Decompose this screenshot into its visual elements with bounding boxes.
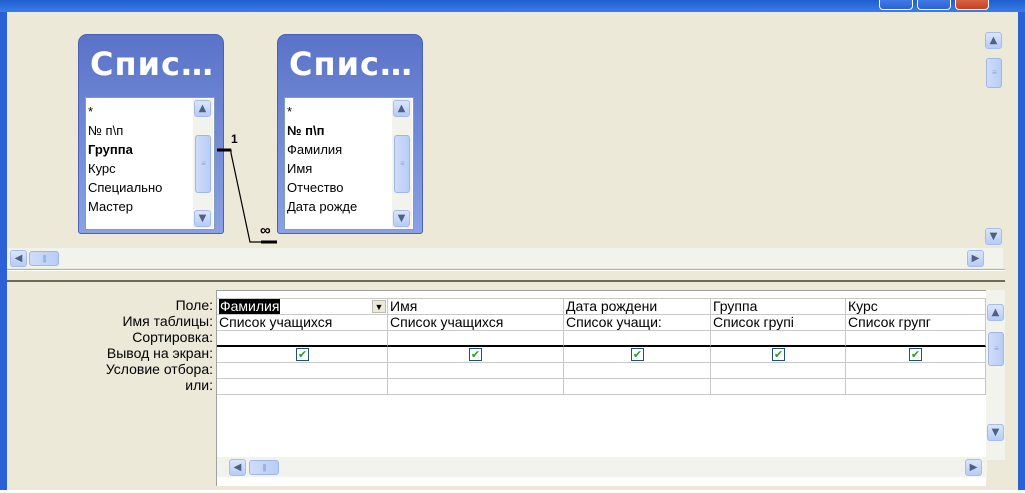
row-label-or: или: [185, 377, 213, 393]
grid-cell-sort[interactable] [846, 331, 986, 347]
grid-cell-table[interactable]: Список учащи: [564, 315, 711, 331]
grid-cell-sort[interactable] [711, 331, 846, 347]
relationship-line[interactable] [7, 12, 1005, 270]
chevron-left-icon[interactable]: ◀ [10, 250, 27, 267]
grid-cell-criteria[interactable] [711, 363, 846, 379]
column-selector-row[interactable] [217, 291, 987, 299]
chevron-left-icon[interactable]: ◀ [229, 459, 246, 476]
scroll-thumb[interactable]: ≡ [988, 332, 1004, 366]
row-label-show: Вывод на экран: [106, 345, 213, 361]
chevron-right-icon[interactable]: ▶ [965, 459, 982, 476]
grid-cell-or[interactable] [388, 379, 564, 395]
chevron-right-icon[interactable]: ▶ [967, 250, 984, 267]
grid-cell-show[interactable]: ✔ [846, 347, 986, 363]
grid-cell-table-text: Список групі [713, 315, 794, 330]
grid-cell-field-text: Имя [390, 299, 418, 314]
diagram-vertical-scrollbar[interactable]: ▲ ≡ ▼ [984, 32, 1003, 248]
grid-cell-criteria[interactable] [217, 363, 388, 379]
grid-cell-field[interactable]: Группа [711, 299, 846, 315]
grid-horizontal-scrollbar[interactable]: ◀ ||| ▶ [217, 457, 987, 477]
grid-cell-or[interactable] [217, 379, 388, 395]
grid-cell-criteria[interactable] [846, 363, 986, 379]
chevron-down-icon[interactable]: ▼ [985, 228, 1002, 245]
grid-cell-sort[interactable] [564, 331, 711, 347]
grid-cell-sort[interactable] [217, 331, 388, 347]
checkmark-icon[interactable]: ✔ [469, 348, 482, 361]
table-diagram-pane: Спис… * № п\п Группа Курс Специально Мас… [7, 12, 1005, 270]
minimize-button[interactable] [879, 0, 913, 10]
grid-cell-field[interactable]: Фамилия ▼ [217, 299, 388, 315]
grid-cell-field[interactable]: Дата рождени [564, 299, 711, 315]
window-titlebar [0, 0, 1025, 12]
row-label-sort: Сортировка: [132, 329, 213, 345]
grid-cell-table-text: Список учащи: [566, 315, 662, 330]
dropdown-arrow-icon[interactable]: ▼ [372, 300, 386, 313]
query-grid-pane: Поле: Имя таблицы: Сортировка: Вывод на … [7, 282, 1005, 488]
grid-cell-show[interactable]: ✔ [711, 347, 846, 363]
scroll-thumb[interactable]: ||| [29, 251, 59, 266]
grid-vertical-scrollbar[interactable]: ▲ ≡ ▼ [986, 290, 1005, 460]
row-labels: Поле: Имя таблицы: Сортировка: Вывод на … [7, 297, 213, 393]
grid-cell-field-text: Группа [713, 299, 758, 314]
checkmark-icon[interactable]: ✔ [772, 348, 785, 361]
scroll-thumb[interactable]: ≡ [986, 58, 1002, 88]
relationship-one-label: 1 [231, 132, 238, 146]
grid-cell-field-text: Фамилия [219, 299, 281, 314]
grid-cell-show[interactable]: ✔ [564, 347, 711, 363]
grid-cell-criteria[interactable] [388, 363, 564, 379]
chevron-up-icon[interactable]: ▲ [985, 32, 1002, 49]
chevron-up-icon[interactable]: ▲ [987, 304, 1004, 321]
grid-cell-or[interactable] [711, 379, 846, 395]
grid-cell-sort[interactable] [388, 331, 564, 347]
grid-cell-table-text: Список учащихся [390, 315, 504, 330]
diagram-horizontal-scrollbar[interactable]: ◀ ||| ▶ [7, 248, 1003, 268]
scroll-thumb[interactable]: ||| [249, 460, 279, 475]
relationship-many-label: ∞ [260, 222, 271, 239]
grid-cell-show[interactable]: ✔ [388, 347, 564, 363]
close-button[interactable] [955, 0, 989, 10]
chevron-down-icon[interactable]: ▼ [987, 424, 1004, 441]
grid-cell-field[interactable]: Имя [388, 299, 564, 315]
design-grid: Фамилия ▼ Список учащихся ✔ Имя Список учащих… [216, 290, 987, 486]
row-label-field: Поле: [175, 297, 213, 313]
checkmark-icon[interactable]: ✔ [296, 348, 309, 361]
grid-cell-criteria[interactable] [564, 363, 711, 379]
row-label-table: Имя таблицы: [122, 313, 213, 329]
grid-cell-or[interactable] [846, 379, 986, 395]
grid-cell-field-text: Дата рождени [566, 299, 658, 314]
grid-cell-table[interactable]: Список учащихся [388, 315, 564, 331]
row-label-criteria: Условие отбора: [105, 361, 213, 377]
grid-cell-table[interactable]: Список учащихся [217, 315, 388, 331]
grid-cell-table-text: Список учащихся [219, 315, 333, 330]
grid-cell-or[interactable] [564, 379, 711, 395]
pane-splitter[interactable] [7, 270, 1005, 282]
grid-cell-table[interactable]: Список групг [846, 315, 986, 331]
maximize-button[interactable] [917, 0, 951, 10]
grid-cell-table[interactable]: Список групі [711, 315, 846, 331]
checkmark-icon[interactable]: ✔ [631, 348, 644, 361]
grid-cell-field[interactable]: Курс [846, 299, 986, 315]
grid-cell-show[interactable]: ✔ [217, 347, 388, 363]
grid-cell-table-text: Список групг [848, 315, 931, 330]
grid-cell-field-text: Курс [848, 299, 878, 314]
checkmark-icon[interactable]: ✔ [909, 348, 922, 361]
